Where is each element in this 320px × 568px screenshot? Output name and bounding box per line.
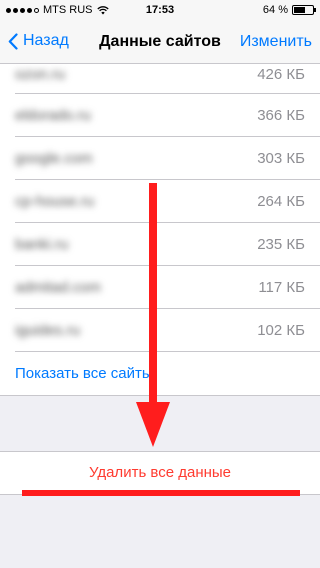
- battery-fill: [294, 7, 305, 13]
- site-name: banki.ru: [15, 236, 69, 253]
- show-all-sites-link[interactable]: Показать все сайты: [15, 365, 153, 382]
- site-name: admitad.com: [15, 279, 101, 296]
- site-name: eldorado.ru: [15, 107, 91, 124]
- site-row[interactable]: banki.ru 235 КБ: [0, 223, 320, 266]
- chevron-left-icon: [8, 32, 18, 50]
- site-data-size: 264 КБ: [257, 193, 305, 210]
- back-button[interactable]: Назад: [8, 32, 69, 50]
- site-data-size: 303 КБ: [257, 150, 305, 167]
- site-name: cp-house.ru: [15, 193, 95, 210]
- delete-all-data-button[interactable]: Удалить все данные: [0, 464, 320, 481]
- site-row[interactable]: google.com 303 КБ: [0, 137, 320, 180]
- site-name: ozon.ru: [15, 66, 66, 83]
- divider: [0, 395, 320, 396]
- navigation-bar: Назад Данные сайтов Изменить: [0, 20, 320, 64]
- delete-all-data-row[interactable]: Удалить все данные: [0, 451, 320, 495]
- site-data-size: 366 КБ: [257, 107, 305, 124]
- site-data-size: 102 КБ: [257, 322, 305, 339]
- website-data-list: ozon.ru 426 КБ eldorado.ru 366 КБ google…: [0, 64, 320, 396]
- site-row[interactable]: iguides.ru 102 КБ: [0, 309, 320, 352]
- status-bar: MTS RUS 17:53 64 %: [0, 0, 320, 20]
- site-row[interactable]: cp-house.ru 264 КБ: [0, 180, 320, 223]
- site-name: google.com: [15, 150, 93, 167]
- edit-button[interactable]: Изменить: [240, 33, 312, 51]
- show-all-sites-row[interactable]: Показать все сайты: [0, 352, 320, 395]
- site-data-size: 235 КБ: [257, 236, 305, 253]
- site-row[interactable]: eldorado.ru 366 КБ: [0, 94, 320, 137]
- site-row[interactable]: admitad.com 117 КБ: [0, 266, 320, 309]
- site-name: iguides.ru: [15, 322, 81, 339]
- site-data-size: 426 КБ: [257, 66, 305, 83]
- battery-percentage: 64 %: [262, 4, 288, 16]
- back-button-label: Назад: [23, 32, 69, 49]
- status-right: 64 %: [262, 4, 316, 16]
- site-row[interactable]: ozon.ru 426 КБ: [0, 64, 320, 94]
- annotation-arrow-head: [136, 402, 170, 447]
- site-data-size: 117 КБ: [258, 279, 305, 296]
- battery-icon: [292, 5, 316, 15]
